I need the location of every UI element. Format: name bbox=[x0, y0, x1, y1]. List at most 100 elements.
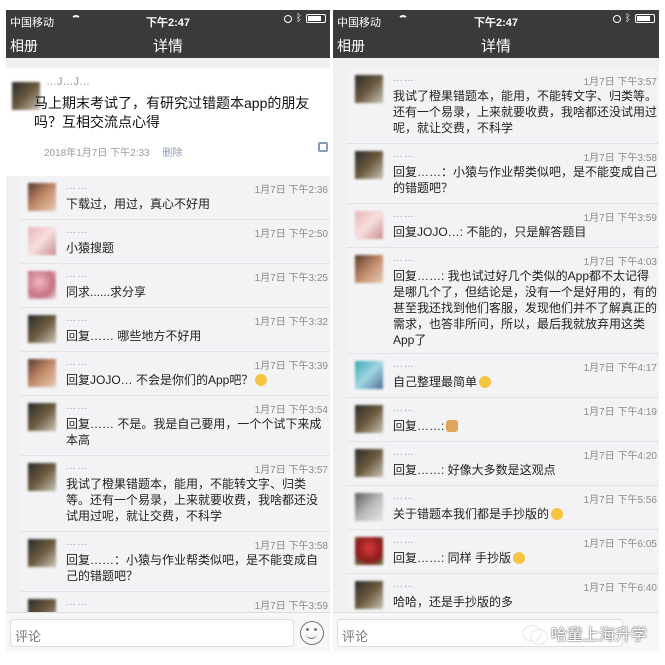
comment-time: 1月7日 下午4:03 bbox=[583, 257, 657, 268]
avatar[interactable] bbox=[28, 271, 56, 299]
comment-item[interactable]: …… 1月7日 下午4:20 回复……: 好像大多数是这观点 bbox=[347, 442, 659, 486]
avatar[interactable] bbox=[355, 449, 383, 477]
comment-author[interactable]: …… bbox=[393, 209, 415, 220]
comment-text: 自己整理最简单 bbox=[393, 374, 657, 390]
comment-text: 我试了橙果错题本，能用，不能转文字、归类等。还有一个易录，上来就要收费，我啥都还… bbox=[393, 89, 658, 135]
avatar[interactable] bbox=[355, 405, 383, 433]
avatar[interactable] bbox=[28, 315, 56, 343]
avatar[interactable] bbox=[28, 463, 56, 491]
comment-text: 小猿搜题 bbox=[66, 241, 115, 255]
comment-author[interactable]: …… bbox=[66, 181, 88, 192]
comment-author[interactable]: …… bbox=[66, 401, 88, 412]
comment-author[interactable]: …… bbox=[393, 73, 415, 84]
comment-item[interactable]: …… 1月7日 下午3:59 回复JOJO…: 不能的，只是解答题目 bbox=[347, 204, 659, 248]
comment-item[interactable]: …… 1月7日 下午3:54 回复…… 不是。我是自己要用，一个个试下来成本高 bbox=[20, 396, 330, 456]
comment-item[interactable]: …… 1月7日 下午6:05 回复……: 同样 手抄版 bbox=[347, 530, 659, 574]
more-options-icon[interactable] bbox=[318, 142, 328, 152]
comment-item[interactable]: …… 1月7日 下午3:58 回复……：小猿与作业帮类似吧，是不能变成自己的错题吧？ bbox=[20, 532, 330, 592]
comment-author[interactable]: …… bbox=[66, 537, 88, 548]
comment-text: 回复……: 同样 手抄版 bbox=[393, 550, 657, 566]
avatar[interactable] bbox=[28, 183, 56, 211]
wechat-logo-icon bbox=[522, 624, 547, 644]
emoji-icon bbox=[479, 376, 492, 388]
comment-time: 1月7日 下午6:40 bbox=[583, 583, 657, 594]
left-screenshot: 中国移动 下午2:47 ᛒ 相册 详情 …J…J… 马上期末考试了，有研究过错题… bbox=[6, 10, 330, 652]
comment-item[interactable]: …… 1月7日 下午3:57 我试了橙果错题本，能用，不能转文字、归类等。还有一个易… bbox=[347, 68, 659, 144]
comment-author[interactable]: …… bbox=[393, 535, 415, 546]
comment-time: 1月7日 下午3:59 bbox=[254, 601, 328, 612]
avatar[interactable] bbox=[355, 151, 383, 179]
comment-author[interactable]: …… bbox=[66, 313, 88, 324]
comment-text-body: 回复……: 同样 手抄版 bbox=[393, 551, 512, 565]
comment-text: 回复……: bbox=[393, 418, 657, 434]
bluetooth-icon: ᛒ bbox=[625, 13, 631, 24]
watermark: 哈童上海升学 bbox=[522, 621, 647, 645]
comment-author[interactable]: …… bbox=[393, 359, 415, 370]
avatar[interactable] bbox=[355, 493, 383, 521]
comment-item[interactable]: …… 1月7日 下午5:56 关于错题本我们都是手抄版的 bbox=[347, 486, 659, 530]
comment-item[interactable]: …… 1月7日 下午2:36 下载过，用过，真心不好用 bbox=[20, 176, 330, 220]
comment-item[interactable]: …… 1月7日 下午6:40 哈哈，还是手抄版的多 bbox=[347, 574, 659, 612]
avatar[interactable] bbox=[28, 599, 56, 612]
avatar[interactable] bbox=[355, 211, 383, 239]
comment-text-body: 自己整理最简单 bbox=[393, 375, 478, 389]
comment-text-body: 回复JOJO… 不会是你们的App吧？ bbox=[66, 373, 254, 387]
comment-item[interactable]: …… 1月7日 下午3:57 我试了橙果错题本，能用，不能转文字、归类等。还有一个易… bbox=[20, 456, 330, 532]
comment-author[interactable]: …… bbox=[66, 597, 88, 608]
comment-author[interactable]: …… bbox=[393, 253, 415, 264]
comment-item[interactable]: …… 1月7日 下午4:17 自己整理最简单 bbox=[347, 354, 659, 398]
avatar[interactable] bbox=[355, 361, 383, 389]
comment-item[interactable]: …… 1月7日 下午3:58 回复……：小猿与作业帮类似吧，是不能变成自己的错题吧？ bbox=[347, 144, 659, 204]
comment-text: 回复JOJO…: 不能的，只是解答题目 bbox=[393, 225, 587, 239]
comment-item[interactable]: …… 1月7日 下午3:59 bbox=[20, 592, 330, 612]
comment-author[interactable]: …… bbox=[66, 225, 88, 236]
comment-author[interactable]: …… bbox=[393, 491, 415, 502]
moment-post: …J…J… 马上期末考试了，有研究过错题本app的朋友吗？互相交流点心得 201… bbox=[6, 68, 330, 176]
avatar[interactable] bbox=[28, 227, 56, 255]
right-screenshot: 中国移动 下午2:47 ᛒ 相册 详情 …… 1月7日 下午3:57 我试了橙果错题… bbox=[333, 10, 659, 652]
comment-time: 1月7日 下午3:58 bbox=[254, 541, 328, 552]
post-date: 2018年1月7日 下午2:33 bbox=[44, 148, 150, 159]
emoji-smiley-icon[interactable] bbox=[300, 621, 324, 645]
emoji-icon bbox=[513, 552, 526, 564]
comment-time: 1月7日 下午4:20 bbox=[583, 451, 657, 462]
comment-author[interactable]: …… bbox=[393, 447, 415, 458]
comment-input[interactable]: 评论 bbox=[10, 619, 294, 647]
comment-time: 1月7日 下午4:19 bbox=[583, 407, 657, 418]
comment-author[interactable]: …… bbox=[66, 269, 88, 280]
comment-time: 1月7日 下午2:50 bbox=[254, 229, 328, 240]
comment-item[interactable]: …… 1月7日 下午3:32 回复…… 哪些地方不好用 bbox=[20, 308, 330, 352]
post-author[interactable]: …J…J… bbox=[46, 76, 90, 88]
comment-text: 回复……: 好像大多数是这观点 bbox=[393, 463, 556, 477]
comment-item[interactable]: …… 1月7日 下午4:03 回复……: 我也试过好几个类似的App都不太记得是哪几… bbox=[347, 248, 659, 354]
comment-item[interactable]: …… 1月7日 下午4:19 回复……: bbox=[347, 398, 659, 442]
comment-text: 同求......求分享 bbox=[66, 285, 147, 299]
comment-text: 回复……：小猿与作业帮类似吧，是不能变成自己的错题吧？ bbox=[66, 553, 319, 583]
comment-author[interactable]: …… bbox=[393, 403, 415, 414]
nav-bar: 相册 详情 bbox=[6, 30, 330, 58]
comment-author[interactable]: …… bbox=[66, 461, 88, 472]
comment-author[interactable]: …… bbox=[393, 149, 415, 160]
status-bar: 中国移动 下午2:47 ᛒ bbox=[333, 10, 659, 30]
avatar[interactable] bbox=[28, 539, 56, 567]
avatar[interactable] bbox=[355, 75, 383, 103]
comment-item[interactable]: …… 1月7日 下午3:25 同求......求分享 bbox=[20, 264, 330, 308]
avatar[interactable] bbox=[355, 537, 383, 565]
comment-author[interactable]: …… bbox=[66, 357, 88, 368]
comment-text: 我试了橙果错题本，能用，不能转文字、归类等。还有一个易录，上来就要收费，我啥都还… bbox=[66, 477, 319, 523]
delete-link[interactable]: 删除 bbox=[162, 148, 182, 159]
comment-text: 回复…… 不是。我是自己要用，一个个试下来成本高 bbox=[66, 417, 322, 447]
comment-text-body: 关于错题本我们都是手抄版的 bbox=[393, 507, 550, 521]
avatar[interactable] bbox=[355, 581, 383, 609]
avatar[interactable] bbox=[28, 359, 56, 387]
comment-item[interactable]: …… 1月7日 下午3:39 回复JOJO… 不会是你们的App吧？ bbox=[20, 352, 330, 396]
status-time: 下午2:47 bbox=[473, 17, 519, 29]
comment-text: 回复…… 哪些地方不好用 bbox=[66, 329, 202, 343]
avatar[interactable] bbox=[28, 403, 56, 431]
comment-item[interactable]: …… 1月7日 下午2:50 小猿搜题 bbox=[20, 220, 330, 264]
comment-time: 1月7日 下午3:25 bbox=[254, 273, 328, 284]
status-time: 下午2:47 bbox=[145, 17, 191, 29]
avatar[interactable] bbox=[355, 255, 383, 283]
comment-author[interactable]: …… bbox=[393, 579, 415, 590]
comment-time: 1月7日 下午3:57 bbox=[583, 77, 657, 88]
